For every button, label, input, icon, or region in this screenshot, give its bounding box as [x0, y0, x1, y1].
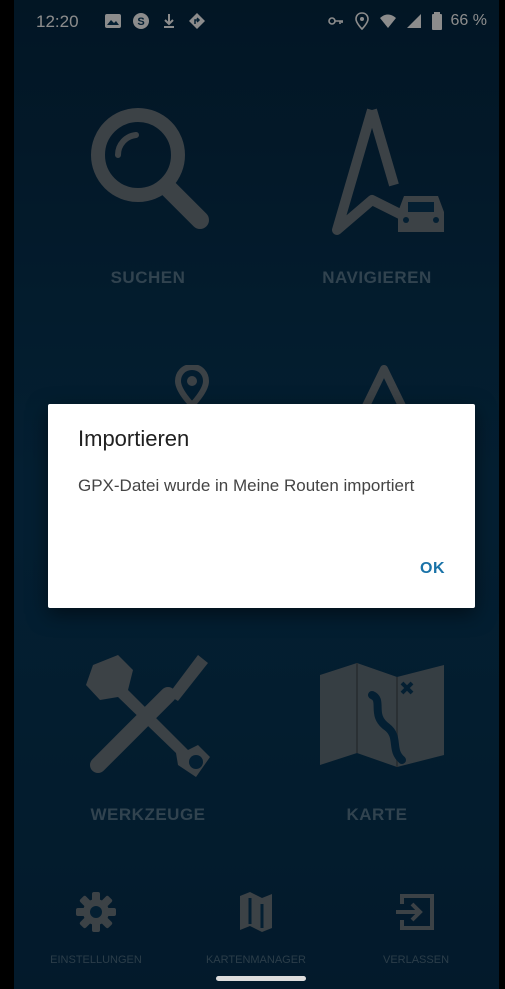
app-screen: 12:20 S 66 % SUCHEN NAVIGIEREN WERKZEUGE…	[14, 0, 499, 989]
import-dialog: Importieren GPX-Datei wurde in Meine Rou…	[48, 404, 475, 608]
dialog-message: GPX-Datei wurde in Meine Routen importie…	[78, 476, 415, 495]
dialog-title: Importieren	[78, 426, 190, 451]
ok-button[interactable]: OK	[420, 560, 445, 578]
gesture-nav-handle[interactable]	[216, 976, 306, 981]
